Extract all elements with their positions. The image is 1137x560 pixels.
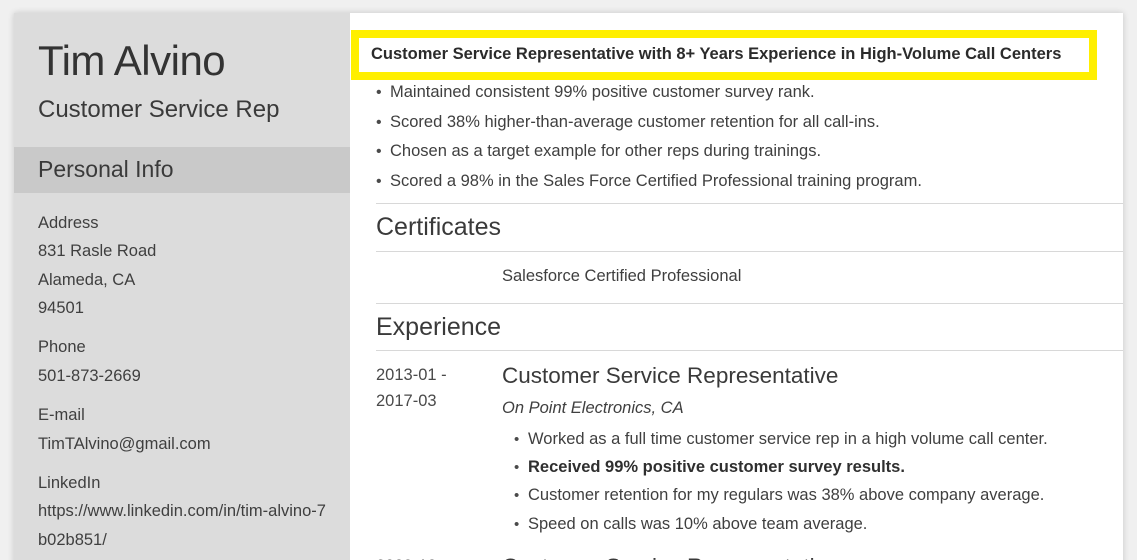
experience-bullet-item: • Worked as a full time customer service…: [502, 429, 1123, 450]
contact-label-address: Address: [38, 213, 99, 232]
certificate-item: Salesforce Certified Professional: [502, 266, 742, 285]
bullet-icon: •: [376, 172, 382, 190]
resume-document: Tim Alvino Customer Service Rep Personal…: [14, 13, 1123, 560]
resume-page: Tim Alvino Customer Service Rep Personal…: [0, 0, 1137, 560]
experience-company: On Point Electronics, CA: [502, 399, 684, 418]
experience-bullet-item: • Received 99% positive customer survey …: [502, 457, 1123, 478]
summary-bullet-item: • Scored a 98% in the Sales Force Certif…: [376, 170, 1076, 193]
contact-list: Address 831 Rasle Road Alameda, CA 94501…: [14, 193, 350, 560]
experience-date-start: 2013-01 -: [376, 366, 447, 385]
experience-dates: 2013-01 - 2017-03: [376, 363, 502, 542]
bullet-icon: •: [514, 515, 520, 533]
experience-heading: Experience: [376, 312, 502, 341]
contact-label-linkedin: LinkedIn: [38, 473, 101, 492]
summary-bullet-item: • Scored 38% higher-than-average custome…: [376, 111, 1076, 134]
contact-group-linkedin: LinkedIn https://www.linkedin.com/in/tim…: [38, 469, 326, 554]
resume-main-panel: Customer Service Representative with 8+ …: [350, 13, 1123, 560]
resume-headline: Customer Service Representative with 8+ …: [371, 45, 1062, 63]
contact-label-phone: Phone: [38, 338, 86, 357]
summary-bullet-text: Chosen as a target example for other rep…: [390, 142, 822, 161]
experience-entry: 2009-10 - Customer Service Representativ…: [376, 542, 1123, 560]
summary-bullet-item: • Chosen as a target example for other r…: [376, 140, 1076, 163]
summary-bullet-list: • Maintained consistent 99% positive cus…: [376, 81, 1076, 199]
contact-group-phone: Phone 501-873-2669: [38, 333, 326, 390]
experience-content: Customer Service Representative On Point…: [502, 363, 1123, 542]
summary-bullet-item: • Maintained consistent 99% positive cus…: [376, 81, 1076, 104]
summary-bullet-text: Scored a 98% in the Sales Force Certifie…: [390, 171, 922, 190]
sidebar-header: Tim Alvino Customer Service Rep: [14, 13, 350, 139]
candidate-job-title: Customer Service Rep: [38, 96, 280, 124]
contact-value-phone: 501-873-2669: [38, 366, 141, 385]
bullet-icon: •: [376, 84, 382, 101]
certificates-section: Certificates Salesforce Certified Profes…: [376, 203, 1123, 560]
personal-info-label: Personal Info: [38, 156, 174, 183]
contact-value-email[interactable]: TimTAlvino@gmail.com: [38, 430, 326, 458]
experience-date-start: 2009-10 -: [376, 554, 502, 560]
contact-group-address: Address 831 Rasle Road Alameda, CA 94501: [38, 209, 326, 323]
experience-bullet-text: Customer retention for my regulars was 3…: [528, 486, 1045, 505]
bullet-icon: •: [376, 113, 382, 131]
contact-group-email: E-mail TimTAlvino@gmail.com: [38, 401, 326, 458]
bullet-icon: •: [514, 487, 520, 505]
summary-bullet-text: Scored 38% higher-than-average customer …: [390, 112, 880, 131]
experience-date-end: 2017-03: [376, 391, 437, 410]
experience-bullet-item: • Customer retention for my regulars was…: [502, 485, 1123, 506]
personal-info-band: Personal Info: [14, 147, 350, 193]
certificates-heading: Certificates: [376, 213, 502, 241]
bullet-icon: •: [514, 430, 520, 448]
contact-value-address-line3: 94501: [38, 299, 84, 318]
experience-bullet-text: Received 99% positive customer survey re…: [528, 458, 905, 477]
experience-bullet-text: Worked as a full time customer service r…: [528, 429, 1048, 448]
summary-bullet-text: Maintained consistent 99% positive custo…: [390, 83, 815, 101]
experience-role: Customer Service Representative: [502, 554, 1123, 560]
bullet-icon: •: [514, 459, 520, 477]
headline-highlight-box: Customer Service Representative with 8+ …: [351, 30, 1097, 80]
experience-role: Customer Service Representative: [502, 363, 839, 389]
experience-entry: 2013-01 - 2017-03 Customer Service Repre…: [376, 351, 1123, 542]
contact-value-linkedin[interactable]: https://www.linkedin.com/in/tim-alvino-7…: [38, 497, 326, 554]
sidebar: Tim Alvino Customer Service Rep Personal…: [14, 13, 350, 560]
experience-bullet-text: Speed on calls was 10% above team averag…: [528, 514, 868, 533]
experience-bullet-item: • Speed on calls was 10% above team aver…: [502, 514, 1123, 535]
contact-label-email: E-mail: [38, 406, 85, 425]
certificates-body: Salesforce Certified Professional: [376, 252, 1123, 303]
experience-content: Customer Service Representative: [502, 554, 1123, 560]
experience-dates: 2009-10 -: [376, 554, 502, 560]
candidate-name: Tim Alvino: [38, 37, 226, 84]
contact-value-address-line2: Alameda, CA: [38, 270, 136, 289]
contact-value-address-line1: 831 Rasle Road: [38, 242, 157, 261]
bullet-icon: •: [376, 143, 382, 161]
